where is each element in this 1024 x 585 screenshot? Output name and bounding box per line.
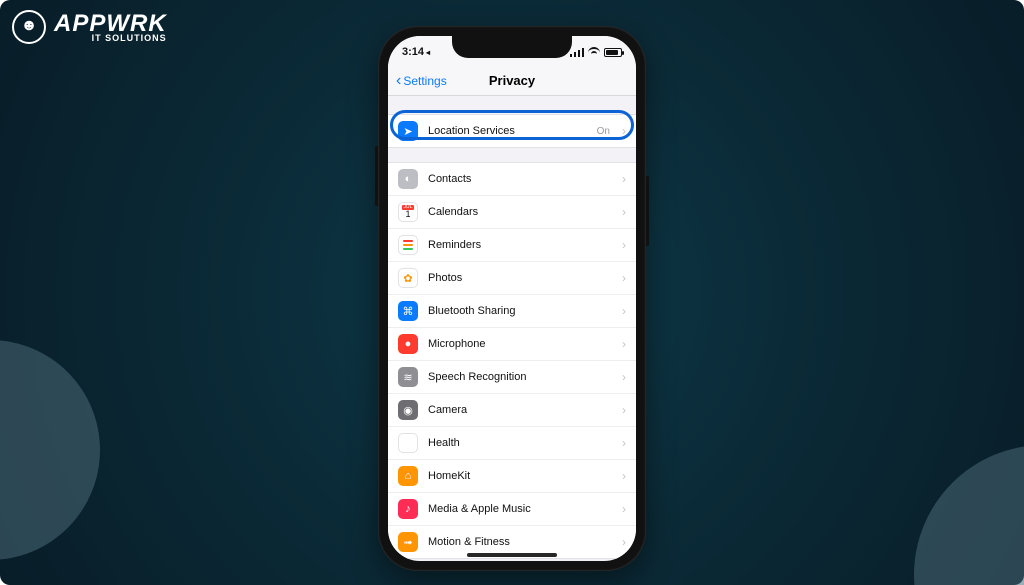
brand-wordmark: APPWRK xyxy=(54,12,167,36)
chevron-right-icon: › xyxy=(622,403,626,417)
settings-row-label: Bluetooth Sharing xyxy=(428,305,612,317)
settings-row-label: Health xyxy=(428,437,612,449)
contacts-icon xyxy=(398,169,418,189)
settings-row-label: Motion & Fitness xyxy=(428,536,612,548)
health-icon xyxy=(398,433,418,453)
settings-row[interactable]: Contacts › xyxy=(388,163,636,195)
settings-row[interactable]: Health › xyxy=(388,426,636,459)
settings-row-label: Media & Apple Music xyxy=(428,503,612,515)
chevron-right-icon: › xyxy=(622,337,626,351)
location-icon xyxy=(398,121,418,141)
chevron-right-icon: › xyxy=(622,205,626,219)
settings-row[interactable]: JUL1 Calendars › xyxy=(388,195,636,228)
speech-icon xyxy=(398,367,418,387)
brand-mark-icon: ☻ xyxy=(12,10,46,44)
back-button[interactable]: ‹ Settings xyxy=(396,66,447,95)
settings-row[interactable]: Microphone › xyxy=(388,327,636,360)
status-time-suffix-icon: ◂ xyxy=(426,48,430,57)
phone-frame: 3:14 ◂ ‹ Settings Privacy Location Servi… xyxy=(378,26,646,571)
reminders-icon xyxy=(398,235,418,255)
phone-screen: 3:14 ◂ ‹ Settings Privacy Location Servi… xyxy=(388,36,636,561)
homekit-icon xyxy=(398,466,418,486)
chevron-right-icon: › xyxy=(622,502,626,516)
chevron-right-icon: › xyxy=(622,124,626,138)
bluetooth-icon xyxy=(398,301,418,321)
settings-row-label: Location Services xyxy=(428,125,587,137)
chevron-right-icon: › xyxy=(622,172,626,186)
phone-notch xyxy=(452,36,572,58)
chevron-right-icon: › xyxy=(622,469,626,483)
settings-row[interactable]: Speech Recognition › xyxy=(388,360,636,393)
back-label: Settings xyxy=(403,74,446,88)
status-time: 3:14 xyxy=(402,46,424,58)
chevron-left-icon: ‹ xyxy=(396,73,401,89)
signal-icon xyxy=(570,47,584,57)
media-icon xyxy=(398,499,418,519)
settings-row[interactable]: Location Services On › xyxy=(388,115,636,147)
settings-row-label: Speech Recognition xyxy=(428,371,612,383)
battery-icon xyxy=(604,48,622,57)
group-footer-note: As applications request access to your d… xyxy=(388,559,636,561)
chevron-right-icon: › xyxy=(622,238,626,252)
chevron-right-icon: › xyxy=(622,271,626,285)
settings-row[interactable]: Photos › xyxy=(388,261,636,294)
settings-row[interactable]: Media & Apple Music › xyxy=(388,492,636,525)
calendar-icon: JUL1 xyxy=(398,202,418,222)
decorative-circle-left xyxy=(0,340,100,560)
brand-logo: ☻ APPWRK IT SOLUTIONS xyxy=(12,10,167,44)
settings-row-label: Microphone xyxy=(428,338,612,350)
photos-icon xyxy=(398,268,418,288)
settings-group: Location Services On › xyxy=(388,114,636,148)
settings-row[interactable]: Bluetooth Sharing › xyxy=(388,294,636,327)
stage: ☻ APPWRK IT SOLUTIONS 3:14 ◂ xyxy=(0,0,1024,585)
settings-list[interactable]: Location Services On › Contacts › JUL1 Calenda… xyxy=(388,114,636,561)
chevron-right-icon: › xyxy=(622,370,626,384)
motion-icon xyxy=(398,532,418,552)
settings-row-label: Camera xyxy=(428,404,612,416)
nav-header: ‹ Settings Privacy xyxy=(388,66,636,96)
home-indicator[interactable] xyxy=(467,553,557,557)
settings-row[interactable]: Reminders › xyxy=(388,228,636,261)
chevron-right-icon: › xyxy=(622,436,626,450)
settings-group: Contacts › JUL1 Calendars › Reminders › Photos ›… xyxy=(388,162,636,559)
page-title: Privacy xyxy=(489,73,535,88)
decorative-circle-right xyxy=(914,445,1024,585)
microphone-icon xyxy=(398,334,418,354)
settings-row-label: Calendars xyxy=(428,206,612,218)
camera-icon xyxy=(398,400,418,420)
settings-row-label: Reminders xyxy=(428,239,612,251)
settings-row-label: Contacts xyxy=(428,173,612,185)
settings-row-label: Photos xyxy=(428,272,612,284)
settings-row-label: HomeKit xyxy=(428,470,612,482)
chevron-right-icon: › xyxy=(622,535,626,549)
chevron-right-icon: › xyxy=(622,304,626,318)
wifi-icon xyxy=(588,47,600,57)
settings-row[interactable]: HomeKit › xyxy=(388,459,636,492)
settings-row-value: On xyxy=(597,126,610,137)
settings-row[interactable]: Camera › xyxy=(388,393,636,426)
